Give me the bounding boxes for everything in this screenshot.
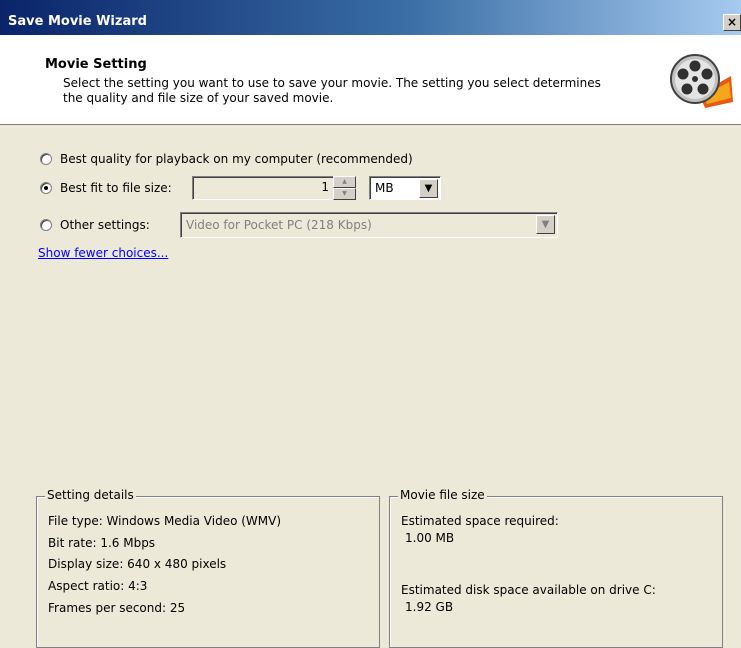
file-type-text: File type: Windows Media Video (WMV) bbox=[48, 514, 282, 528]
option-best-quality[interactable]: Best quality for playback on my computer… bbox=[40, 148, 413, 170]
chevron-down-icon[interactable]: ▼ bbox=[536, 215, 555, 234]
display-size-text: Display size: 640 x 480 pixels bbox=[48, 557, 227, 571]
radio-best-fit[interactable] bbox=[40, 182, 52, 194]
window-title: Save Movie Wizard bbox=[8, 14, 147, 29]
spin-up-button[interactable]: ▲ bbox=[333, 176, 356, 188]
page-description: Select the setting you want to use to sa… bbox=[63, 76, 601, 105]
estimated-space-label: Estimated space required: bbox=[401, 514, 559, 528]
setting-details-title: Setting details bbox=[45, 488, 136, 502]
movie-file-size-group: Movie file size Estimated space required… bbox=[389, 488, 723, 648]
close-button[interactable]: × bbox=[723, 14, 741, 31]
movie-file-size-title: Movie file size bbox=[398, 488, 487, 502]
file-size-value: 1 bbox=[321, 180, 329, 194]
page-title: Movie Setting bbox=[45, 57, 147, 72]
other-settings-value: Video for Pocket PC (218 Kbps) bbox=[186, 218, 372, 232]
disk-space-label: Estimated disk space available on drive … bbox=[401, 583, 656, 597]
option-best-fit-label: Best fit to file size: bbox=[60, 181, 172, 195]
disk-space-value: 1.92 GB bbox=[405, 600, 454, 614]
radio-best-quality[interactable] bbox=[40, 153, 52, 165]
other-settings-select[interactable]: Video for Pocket PC (218 Kbps) ▼ bbox=[180, 212, 558, 238]
unit-select-value: MB bbox=[375, 181, 394, 195]
aspect-ratio-text: Aspect ratio: 4:3 bbox=[48, 579, 148, 593]
option-other[interactable]: Other settings: bbox=[40, 214, 150, 236]
film-reel-icon bbox=[670, 54, 733, 108]
radio-other[interactable] bbox=[40, 219, 52, 231]
option-other-label: Other settings: bbox=[60, 218, 150, 232]
unit-select[interactable]: MB ▼ bbox=[369, 176, 441, 200]
title-bar: Save Movie Wizard × bbox=[0, 0, 741, 35]
wizard-header: Movie Setting Select the setting you wan… bbox=[0, 35, 741, 125]
fps-text: Frames per second: 25 bbox=[48, 601, 186, 615]
file-size-spinner[interactable]: ▲ ▼ bbox=[333, 176, 356, 200]
setting-details-group: Setting details File type: Windows Media… bbox=[36, 488, 380, 648]
chevron-down-icon[interactable]: ▼ bbox=[419, 179, 438, 198]
show-fewer-choices-link[interactable]: Show fewer choices... bbox=[38, 246, 168, 260]
file-size-input[interactable]: 1 bbox=[192, 176, 356, 200]
estimated-space-value: 1.00 MB bbox=[405, 531, 455, 545]
spin-down-button[interactable]: ▼ bbox=[333, 188, 356, 200]
bit-rate-text: Bit rate: 1.6 Mbps bbox=[48, 536, 156, 550]
option-best-fit[interactable]: Best fit to file size: bbox=[40, 177, 172, 199]
option-best-quality-label: Best quality for playback on my computer… bbox=[60, 152, 413, 166]
